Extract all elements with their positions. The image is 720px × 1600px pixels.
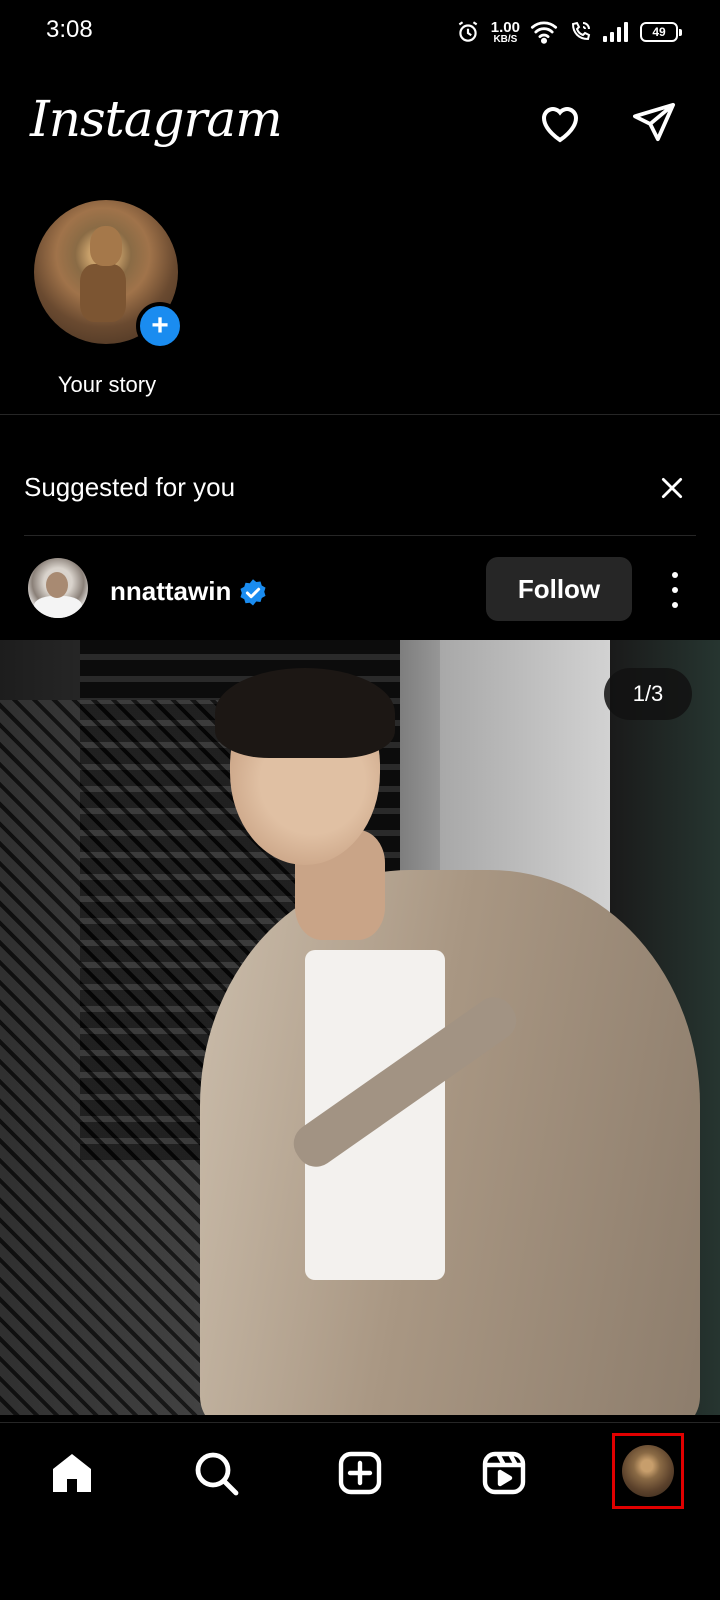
nav-create[interactable] [324,1437,396,1509]
heart-icon [541,107,579,143]
notifications-button[interactable] [532,94,588,150]
post-image[interactable] [0,640,720,1415]
wifi-icon [530,21,558,44]
wifi-calling-icon [571,21,591,41]
instagram-logo: Instagram [30,90,283,148]
reels-icon [482,1451,526,1495]
close-icon [661,477,683,499]
post-username[interactable]: nnattawin [110,576,231,607]
post-header: nnattawin Follow [0,548,720,636]
profile-avatar [622,1445,674,1497]
status-time: 3:08 [46,16,93,43]
add-story-icon[interactable]: + [136,302,184,350]
create-icon [338,1451,382,1495]
direct-messages-button[interactable] [626,94,682,150]
nav-reels[interactable] [468,1437,540,1509]
direct-send-icon [633,102,675,142]
post-author-avatar[interactable] [28,558,88,618]
alarm-icon [458,21,478,42]
status-bar: 3:08 1.00 KB/S 49 [0,0,720,64]
bottom-navigation [0,1422,720,1600]
dismiss-suggested-button[interactable] [652,468,692,508]
nav-home[interactable] [36,1437,108,1509]
divider [0,414,720,415]
search-icon [195,1452,239,1496]
more-options-icon[interactable] [660,568,690,612]
story-label: Your story [57,372,157,397]
divider [24,535,696,536]
verified-badge-icon [240,579,266,606]
network-speed: 1.00 KB/S [490,18,520,45]
instagram-home-screen: 3:08 1.00 KB/S 49 Instagram + Your story… [0,0,720,1600]
status-icons: 1.00 KB/S 49 [455,14,682,50]
follow-button[interactable]: Follow [486,557,632,621]
image-counter-badge: 1/3 [604,668,692,720]
stories-tray: + Your story [0,190,720,400]
nav-search[interactable] [180,1437,252,1509]
signal-icon [603,22,628,42]
suggested-title: Suggested for you [24,472,236,502]
nav-profile[interactable] [612,1433,684,1509]
home-icon [53,1454,91,1492]
battery-indicator: 49 [640,22,682,42]
app-header: Instagram [0,84,720,164]
